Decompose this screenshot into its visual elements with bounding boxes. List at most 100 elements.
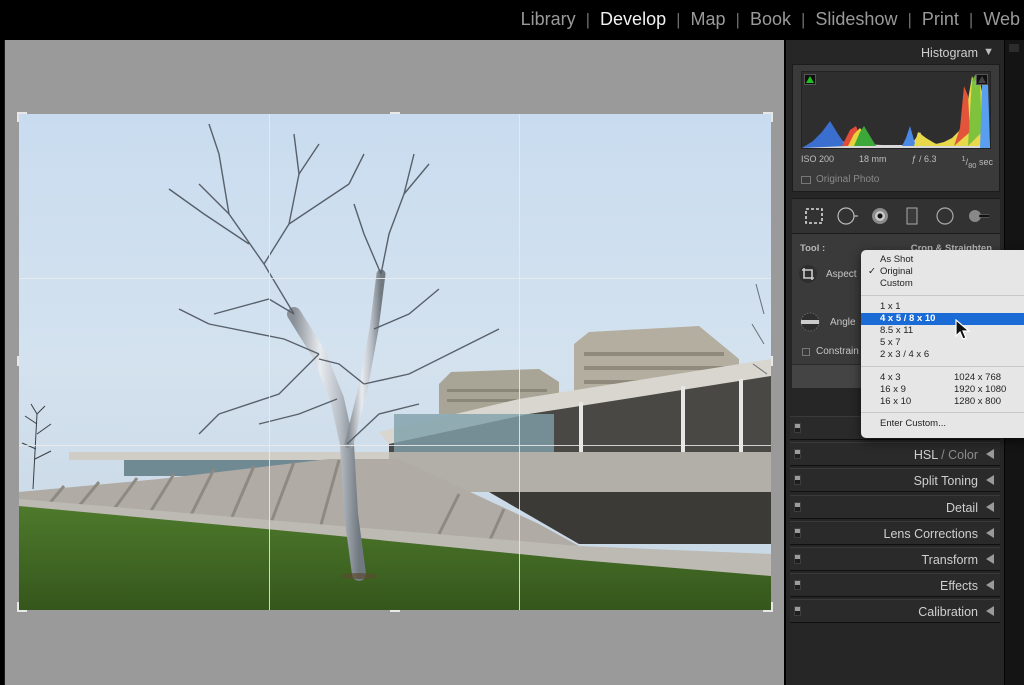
menu-item-enter-custom[interactable]: Enter Custom... — [861, 418, 1024, 430]
crop-overlay-icon[interactable] — [803, 205, 825, 227]
shadow-clipping-indicator[interactable] — [804, 74, 816, 85]
histogram-metadata: ISO 200 18 mm ƒ / 6.3 1/80 sec — [801, 154, 993, 170]
tool-label: Tool : — [800, 243, 826, 254]
triangle-left-icon[interactable] — [986, 449, 994, 460]
module-web[interactable]: Web — [983, 9, 1020, 30]
panel-label: Detail — [946, 500, 978, 515]
crop-handle-bottom-left[interactable] — [17, 602, 27, 612]
angle-row[interactable]: Angle — [798, 312, 856, 332]
menu-separator — [861, 412, 1024, 414]
histogram-panel: ISO 200 18 mm ƒ / 6.3 1/80 sec Original … — [792, 64, 1000, 192]
panel-label: Transform — [921, 553, 979, 567]
iso-value: ISO 200 — [801, 154, 835, 164]
original-photo-checkbox[interactable] — [801, 175, 811, 184]
histogram-title: Histogram — [921, 46, 978, 60]
panel-enable-switch[interactable] — [794, 423, 801, 433]
panel-detail[interactable]: Detail — [790, 494, 1000, 519]
constrain-row[interactable]: Constrain — [802, 346, 859, 357]
menu-item-4-x-5-8-x-10[interactable]: 4 x 5 / 8 x 10 — [861, 312, 1024, 325]
panel-transform[interactable]: Transform — [790, 547, 1000, 571]
panel-calibration[interactable]: Calibration — [790, 599, 1000, 624]
straighten-tool-icon[interactable] — [798, 312, 822, 332]
crop-handle-top[interactable] — [390, 112, 400, 114]
panel-enable-switch[interactable] — [794, 554, 801, 564]
triangle-left-icon[interactable] — [986, 580, 994, 591]
panel-label: HSL / Color — [913, 448, 978, 463]
crop-frame-icon[interactable] — [798, 264, 818, 284]
histogram-header[interactable]: Histogram ▼ — [790, 42, 1000, 64]
triangle-left-icon[interactable] — [986, 501, 994, 512]
checkmark-icon: ✓ — [868, 266, 876, 278]
triangle-left-icon[interactable] — [986, 475, 994, 486]
constrain-label: Constrain — [816, 346, 859, 357]
histogram-chart — [802, 74, 990, 148]
menu-item-original[interactable]: ✓ Original — [861, 266, 1024, 278]
module-print[interactable]: Print — [922, 9, 959, 30]
crop-handle-bottom-right[interactable] — [763, 602, 773, 612]
module-separator: | — [907, 9, 912, 29]
photo-canvas[interactable] — [4, 40, 784, 685]
module-picker: Library | Develop | Map | Book | Slideshow | Print… — [521, 9, 1020, 30]
original-photo-toggle[interactable]: Original Photo — [801, 174, 879, 185]
module-separator: | — [676, 9, 681, 29]
red-eye-icon[interactable] — [869, 205, 891, 227]
original-photo-label: Original Photo — [816, 174, 880, 185]
module-slideshow[interactable]: Slideshow — [815, 9, 897, 30]
graduated-filter-icon[interactable] — [901, 205, 923, 227]
grid-line-h1 — [19, 278, 771, 279]
module-map[interactable]: Map — [691, 9, 726, 30]
crop-handle-right[interactable] — [771, 356, 773, 366]
triangle-left-icon[interactable] — [986, 527, 994, 538]
menu-item-8-5-x-11[interactable]: 8.5 x 11 — [861, 325, 1024, 337]
radial-filter-icon[interactable] — [934, 205, 956, 227]
scrollbar-thumb[interactable] — [1009, 44, 1019, 52]
menu-separator — [861, 294, 1024, 296]
shutter-value: 1/80 sec — [961, 154, 993, 170]
panel-split-toning[interactable]: Split Toning — [790, 468, 1000, 493]
crop-handle-bottom[interactable] — [390, 610, 400, 612]
mouse-cursor-icon — [955, 319, 971, 340]
crop-handle-top-left[interactable] — [17, 112, 27, 122]
triangle-left-icon[interactable] — [986, 554, 994, 564]
aperture-value: ƒ / 6.3 — [911, 154, 937, 164]
panel-lens-corrections[interactable]: Lens Corrections — [790, 520, 1000, 545]
menu-item-custom[interactable]: Custom — [861, 278, 1024, 290]
histogram-graph[interactable] — [801, 71, 991, 149]
menu-separator — [861, 365, 1024, 367]
photo-preview[interactable] — [19, 114, 771, 610]
aspect-dropdown-menu: As Shot ✓ Original Custom 1 x 14 x 5 / 8 x 1… — [861, 250, 1024, 438]
panel-enable-switch[interactable] — [794, 449, 801, 460]
panel-enable-switch[interactable] — [794, 580, 801, 591]
panel-label: Lens Corrections — [883, 526, 979, 541]
spot-removal-icon[interactable] — [836, 205, 858, 227]
module-develop[interactable]: Develop — [600, 9, 666, 30]
constrain-checkbox[interactable] — [802, 347, 810, 356]
menu-item-2-x-3-4-x-6[interactable]: 2 x 3 / 4 x 6 — [861, 349, 1024, 361]
crop-handle-left[interactable] — [17, 356, 19, 366]
panel-label: Split Toning — [913, 474, 978, 489]
triangle-left-icon[interactable] — [986, 606, 994, 617]
panel-enable-switch[interactable] — [794, 475, 801, 486]
panel-effects[interactable]: Effects — [790, 573, 1000, 598]
menu-item-1-x-1[interactable]: 1 x 1 — [861, 301, 1024, 313]
menu-item-as-shot[interactable]: As Shot — [861, 254, 1024, 266]
panel-hsl-color[interactable]: HSL / Color — [790, 442, 1000, 467]
adjustment-brush-icon[interactable] — [967, 205, 989, 227]
panel-label: Calibration — [918, 605, 978, 620]
menu-item-4-x-3[interactable]: 4 x 3 1024 x 768 — [861, 372, 1024, 384]
module-book[interactable]: Book — [750, 9, 791, 30]
panel-enable-switch[interactable] — [794, 501, 801, 512]
crop-handle-top-right[interactable] — [763, 112, 773, 122]
menu-item-16-x-10[interactable]: 16 x 10 1280 x 800 — [861, 396, 1024, 408]
module-library[interactable]: Library — [521, 9, 576, 30]
panel-enable-switch[interactable] — [794, 527, 801, 538]
photo-image — [19, 114, 771, 610]
panel-enable-switch[interactable] — [794, 606, 801, 617]
menu-item-16-x-9[interactable]: 16 x 9 1920 x 1080 — [861, 384, 1024, 396]
menu-item-5-x-7[interactable]: 5 x 7 — [861, 337, 1024, 349]
aspect-row[interactable]: Aspect — [798, 264, 857, 284]
angle-label: Angle — [830, 316, 856, 328]
highlight-clipping-indicator[interactable] — [976, 74, 988, 85]
triangle-down-icon[interactable]: ▼ — [983, 46, 994, 58]
grid-line-h2 — [19, 445, 771, 446]
